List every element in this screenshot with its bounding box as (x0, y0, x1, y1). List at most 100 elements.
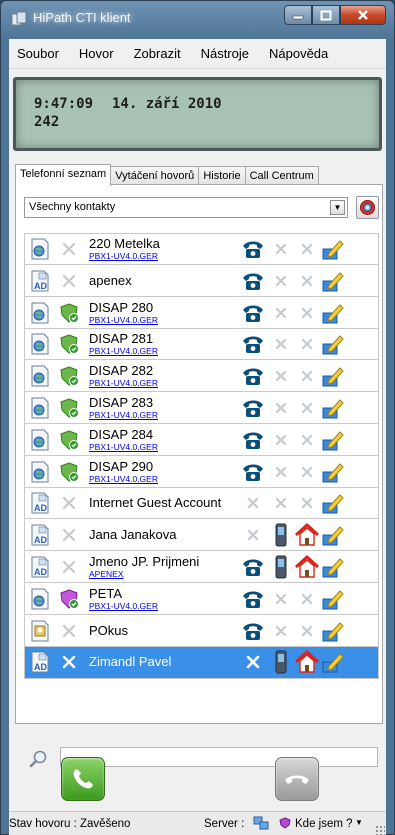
unavailable-x-icon (269, 364, 293, 388)
mobile-phone-icon[interactable] (269, 523, 293, 547)
edit-contact-icon[interactable] (321, 587, 345, 611)
contact-source-link[interactable]: PBX1-UV4.0.GER (89, 378, 158, 388)
phone-icon[interactable] (241, 364, 265, 388)
unavailable-x-icon (269, 237, 293, 261)
contact-actions (241, 554, 377, 579)
tab-telefonni-seznam[interactable]: Telefonní seznam (15, 164, 112, 186)
phone-icon[interactable] (241, 619, 265, 643)
phone-icon[interactable] (241, 460, 265, 484)
lcd-time: 9:47:09 (34, 96, 94, 112)
menu-bar: Soubor Hovor Zobrazit Nástroje Nápověda (9, 39, 386, 69)
no-presence-icon (59, 621, 79, 641)
contact-name: DISAP 282 (89, 363, 154, 379)
phone-icon[interactable] (241, 269, 265, 293)
edit-contact-icon[interactable] (321, 269, 345, 293)
contact-row[interactable]: AD Internet Guest Account (25, 488, 378, 520)
phone-icon[interactable] (241, 332, 265, 356)
unavailable-x-icon (241, 491, 265, 515)
contact-row[interactable]: DISAP 290 PBX1-UV4.0.GER (25, 456, 378, 488)
contact-source-link[interactable]: PBX1-UV4.0.GER (89, 474, 158, 484)
edit-contact-icon[interactable] (321, 332, 345, 356)
contact-row[interactable]: AD Jmeno JP. Prijmeni APENEX (25, 552, 378, 583)
close-button[interactable] (340, 5, 386, 25)
presence-available-icon (59, 334, 79, 355)
answer-call-button[interactable] (61, 757, 105, 801)
contact-source-link[interactable]: PBX1-UV4.0.GER (89, 442, 158, 452)
contact-filter-dropdown[interactable]: Všechny kontakty ▼ (24, 197, 348, 218)
home-icon[interactable] (294, 650, 320, 674)
edit-contact-icon[interactable] (321, 523, 345, 547)
edit-contact-icon[interactable] (321, 491, 345, 515)
phone-icon[interactable] (241, 555, 265, 579)
ad-contact-icon: AD (29, 492, 51, 514)
chevron-down-icon[interactable]: ▼ (330, 200, 345, 215)
menu-zobrazit[interactable]: Zobrazit (124, 46, 191, 61)
no-presence-icon (59, 525, 79, 545)
contact-list[interactable]: 220 Metelka PBX1-UV4.0.GER AD apenex DISAP 2… (24, 233, 379, 679)
contact-row[interactable]: AD Jana Janakova (25, 520, 378, 552)
phone-icon[interactable] (241, 587, 265, 611)
contact-source-link[interactable]: APENEX (89, 569, 124, 579)
contact-row[interactable]: AD apenex (25, 265, 378, 297)
where-dropdown-icon[interactable]: ▼ (355, 818, 363, 827)
phonebook-contact-icon (29, 429, 51, 451)
tab-vytaceni-hovoru[interactable]: Vytáčení hovorů (110, 166, 200, 185)
edit-contact-icon[interactable] (321, 237, 345, 261)
contact-row[interactable]: DISAP 281 PBX1-UV4.0.GER (25, 329, 378, 361)
edit-contact-icon[interactable] (321, 396, 345, 420)
mobile-phone-icon[interactable] (269, 555, 293, 579)
home-icon[interactable] (294, 554, 320, 579)
svg-text:AD: AD (34, 662, 47, 672)
contact-row[interactable]: PETA PBX1-UV4.0.GER (25, 583, 378, 615)
where-am-i-label[interactable]: Kde jsem ? (295, 818, 353, 830)
phone-icon[interactable] (241, 396, 265, 420)
unavailable-x-icon (269, 396, 293, 420)
menu-hovor[interactable]: Hovor (69, 46, 124, 61)
contact-row[interactable]: DISAP 283 PBX1-UV4.0.GER (25, 393, 378, 424)
contact-name: PETA (89, 585, 122, 601)
contact-source-link[interactable]: PBX1-UV4.0.GER (89, 251, 158, 261)
menu-nastroje[interactable]: Nástroje (191, 46, 259, 61)
title-bar[interactable]: HiPath CTI klient (1, 1, 394, 39)
contact-row[interactable]: DISAP 280 PBX1-UV4.0.GER (25, 297, 378, 329)
contact-row[interactable]: AD Zimandl Pavel (25, 647, 378, 678)
edit-contact-icon[interactable] (321, 555, 345, 579)
app-phone-icon (11, 11, 27, 26)
home-icon[interactable] (294, 523, 320, 547)
edit-contact-icon[interactable] (321, 650, 345, 674)
contact-actions (241, 332, 377, 356)
tab-call-centrum[interactable]: Call Centrum (244, 166, 319, 185)
contact-row[interactable]: POkus (25, 615, 378, 647)
menu-soubor[interactable]: Soubor (9, 46, 69, 61)
no-presence-icon (59, 271, 79, 291)
minimize-button[interactable] (284, 5, 312, 25)
contact-source-link[interactable]: PBX1-UV4.0.GER (89, 410, 158, 420)
edit-contact-icon[interactable] (321, 301, 345, 325)
tab-historie[interactable]: Historie (198, 166, 246, 185)
phone-icon[interactable] (241, 428, 265, 452)
edit-contact-icon[interactable] (321, 460, 345, 484)
contact-row[interactable]: DISAP 284 PBX1-UV4.0.GER (25, 424, 378, 456)
contact-actions (241, 428, 377, 452)
search-input[interactable] (60, 747, 378, 767)
filter-options-button[interactable] (356, 196, 379, 219)
contact-source-link[interactable]: PBX1-UV4.0.GER (89, 601, 158, 611)
menu-napoveda[interactable]: Nápověda (259, 46, 338, 61)
phonebook-contact-icon (29, 302, 51, 324)
contact-source-link[interactable]: PBX1-UV4.0.GER (89, 346, 158, 356)
edit-contact-icon[interactable] (321, 364, 345, 388)
edit-contact-icon[interactable] (321, 428, 345, 452)
maximize-button[interactable] (312, 5, 340, 25)
edit-contact-icon[interactable] (321, 619, 345, 643)
hang-up-button[interactable] (275, 757, 319, 801)
phonebook-contact-icon (29, 365, 51, 387)
resize-grip[interactable] (375, 825, 385, 835)
contact-source-link[interactable]: PBX1-UV4.0.GER (89, 315, 158, 325)
mobile-phone-icon[interactable] (269, 650, 293, 674)
phone-icon[interactable] (241, 301, 265, 325)
unavailable-x-icon (295, 428, 319, 452)
server-icon[interactable] (253, 815, 269, 831)
phone-icon[interactable] (241, 237, 265, 261)
contact-row[interactable]: DISAP 282 PBX1-UV4.0.GER (25, 361, 378, 393)
contact-row[interactable]: 220 Metelka PBX1-UV4.0.GER (25, 234, 378, 265)
